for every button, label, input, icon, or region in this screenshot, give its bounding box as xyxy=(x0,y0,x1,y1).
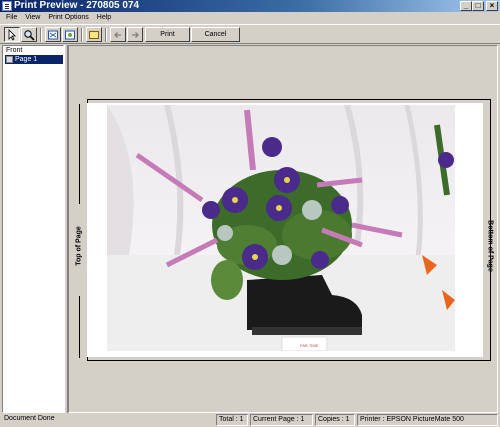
window-controls: _ □ × xyxy=(460,1,498,11)
menu-print-options[interactable]: Print Options xyxy=(44,12,92,24)
tree-item-page-1[interactable]: Page 1 xyxy=(5,55,63,64)
forward-arrow-icon xyxy=(132,32,139,38)
menu-bar: File View Print Options Help xyxy=(0,12,500,24)
page-icon xyxy=(6,56,13,63)
top-of-page-line xyxy=(79,104,80,204)
status-printer: Printer : EPSON PictureMate 500 xyxy=(357,414,498,426)
tree-root-label: Front xyxy=(6,47,23,54)
top-of-page-label: Top of Page xyxy=(75,226,83,266)
bottom-of-page-line xyxy=(490,104,491,204)
bottom-of-page-line xyxy=(490,296,491,358)
toolbar: Print Cancel xyxy=(0,24,500,44)
status-message: Document Done xyxy=(4,415,55,422)
pointer-button[interactable] xyxy=(4,27,20,42)
back-arrow-icon xyxy=(114,32,121,38)
close-button[interactable]: × xyxy=(486,1,498,11)
page-setup-button[interactable] xyxy=(86,27,102,42)
tree-item-label: Page 1 xyxy=(15,56,38,63)
bottom-of-page-label: Bottom of Page xyxy=(486,220,494,272)
zoom-icon xyxy=(24,30,35,41)
card-text: FAR TIME xyxy=(300,343,319,348)
fit-page-icon xyxy=(48,30,58,40)
cancel-button[interactable]: Cancel xyxy=(191,27,240,42)
status-current-page: Current Page : 1 xyxy=(250,414,313,426)
page-tree: Front Page 1 xyxy=(2,45,64,413)
toolbar-separator xyxy=(105,28,107,42)
status-copies: Copies : 1 xyxy=(315,414,355,426)
flower-arrangement-photo: FAR TIME xyxy=(107,105,455,351)
title-bar: Print Preview - 270805 074 _ □ × xyxy=(0,0,500,12)
top-of-page-line xyxy=(79,296,80,358)
status-total: Total : 1 xyxy=(216,414,248,426)
page-icon xyxy=(89,31,99,39)
maximize-button[interactable]: □ xyxy=(472,1,484,11)
back-button[interactable] xyxy=(110,27,126,42)
forward-button[interactable] xyxy=(127,27,143,42)
fit-page-button[interactable] xyxy=(45,27,61,42)
pointer-icon xyxy=(8,29,16,41)
app-icon xyxy=(2,1,12,11)
minimize-button[interactable]: _ xyxy=(460,1,472,11)
preview-photo: FAR TIME xyxy=(107,105,455,351)
fit-width-icon xyxy=(65,30,75,40)
zoom-button[interactable] xyxy=(21,27,37,42)
menu-view[interactable]: View xyxy=(21,12,44,24)
preview-area: Top of Page Bottom of Page FAR TIME xyxy=(68,45,498,413)
status-bar: Document Done Total : 1 Current Page : 1… xyxy=(0,413,500,427)
toolbar-separator xyxy=(81,28,83,42)
menu-help[interactable]: Help xyxy=(93,12,115,24)
fit-width-button[interactable] xyxy=(62,27,78,42)
print-button[interactable]: Print xyxy=(145,27,190,42)
toolbar-separator xyxy=(40,28,42,42)
menu-file[interactable]: File xyxy=(2,12,21,24)
window-title: Print Preview - 270805 074 xyxy=(14,0,140,11)
